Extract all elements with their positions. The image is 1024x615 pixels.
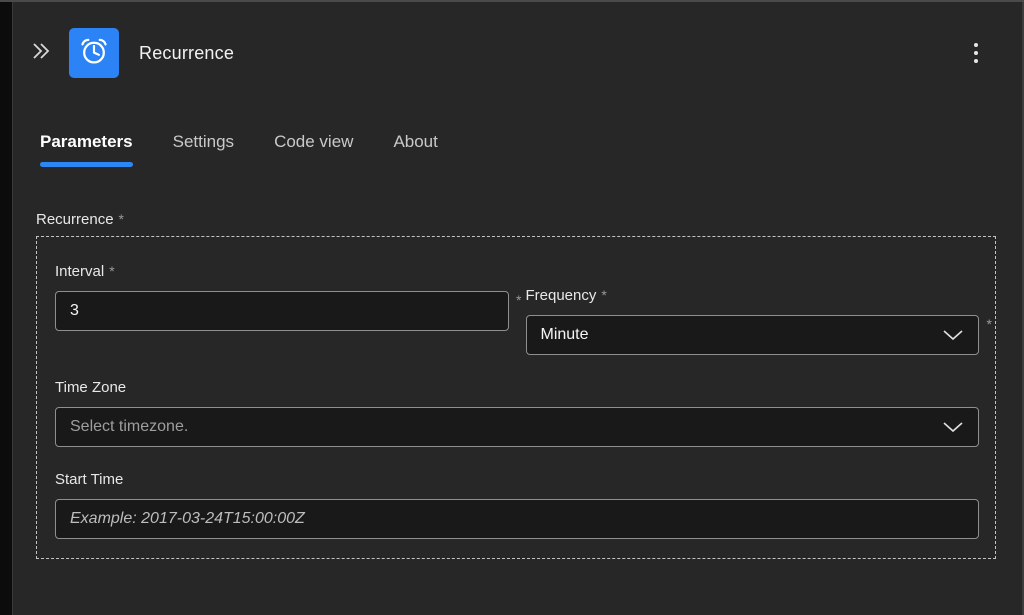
interval-frequency-row: Interval* * Frequency* Minute bbox=[55, 263, 979, 355]
tab-bar: Parameters Settings Code view About bbox=[14, 132, 1024, 167]
parameters-tab-content: Recurrence* Interval* * Frequency* bbox=[14, 211, 1024, 559]
more-options-button[interactable] bbox=[970, 39, 982, 67]
tab-code-view[interactable]: Code view bbox=[274, 132, 353, 167]
frequency-label: Frequency* bbox=[526, 287, 980, 304]
active-tab-indicator bbox=[40, 162, 133, 167]
timezone-dropdown[interactable]: Select timezone. bbox=[55, 407, 979, 447]
left-edge-strip bbox=[0, 0, 13, 615]
required-marker: * bbox=[987, 316, 992, 332]
panel-top-border bbox=[0, 0, 1024, 2]
required-marker: * bbox=[109, 263, 114, 279]
interval-input[interactable] bbox=[55, 291, 509, 331]
start-time-field: Start Time bbox=[55, 471, 979, 539]
start-time-input[interactable] bbox=[55, 499, 979, 539]
recurrence-trigger-panel: Recurrence Parameters Settings Code view… bbox=[14, 2, 1024, 615]
chevron-down-icon bbox=[942, 329, 964, 341]
interval-field: Interval* * bbox=[55, 263, 509, 355]
tab-about[interactable]: About bbox=[393, 132, 437, 167]
double-chevron-right-icon bbox=[29, 39, 53, 68]
tab-settings[interactable]: Settings bbox=[173, 132, 234, 167]
timezone-label: Time Zone bbox=[55, 379, 979, 396]
recurrence-parameters-group: Interval* * Frequency* Minute bbox=[36, 236, 996, 559]
frequency-dropdown[interactable]: Minute bbox=[526, 315, 980, 355]
panel-title: Recurrence bbox=[139, 43, 234, 64]
required-marker: * bbox=[516, 292, 521, 308]
recurrence-trigger-icon bbox=[69, 28, 119, 78]
required-marker: * bbox=[119, 211, 124, 227]
alarm-clock-icon bbox=[78, 35, 110, 72]
collapse-panel-button[interactable] bbox=[28, 40, 54, 66]
panel-header: Recurrence bbox=[14, 2, 1024, 78]
frequency-selected-value: Minute bbox=[541, 326, 589, 344]
chevron-down-icon bbox=[942, 421, 964, 433]
required-marker: * bbox=[601, 287, 606, 303]
recurrence-section-label: Recurrence* bbox=[36, 211, 996, 228]
vertical-ellipsis-icon bbox=[974, 43, 978, 47]
interval-label: Interval* bbox=[55, 263, 509, 280]
timezone-placeholder: Select timezone. bbox=[70, 418, 188, 436]
tab-parameters[interactable]: Parameters bbox=[40, 132, 133, 167]
timezone-field: Time Zone Select timezone. bbox=[55, 379, 979, 447]
frequency-field: Frequency* Minute * bbox=[526, 287, 980, 355]
start-time-label: Start Time bbox=[55, 471, 979, 488]
